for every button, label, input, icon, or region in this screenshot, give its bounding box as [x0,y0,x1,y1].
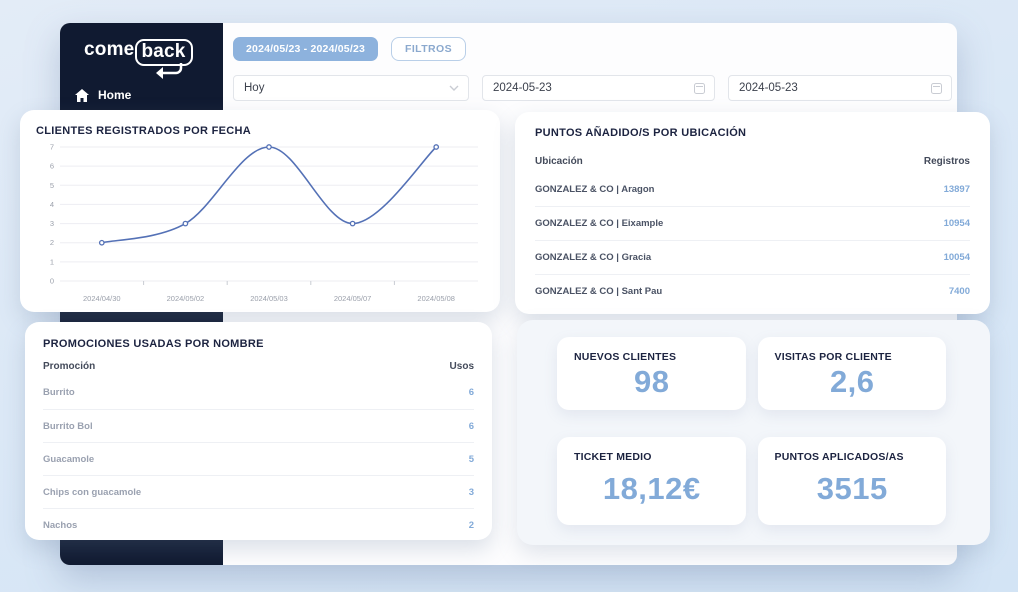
table-body: GONZALEZ & CO | Aragon 13897 GONZALEZ & CO… [535,172,970,308]
card-title: PROMOCIONES USADAS POR NOMBRE [43,338,264,350]
card-clientes-registrados: CLIENTES REGISTRADOS POR FECHA 0 1 2 3 4 5 6 7 2… [20,110,500,312]
svg-text:7: 7 [50,143,54,152]
card-title: CLIENTES REGISTRADOS POR FECHA [36,125,251,137]
row-value: 6 [468,420,474,432]
row-value: 13897 [943,183,970,195]
column-header-usos: Usos [449,361,474,372]
kpi-title: TICKET MEDIO [574,451,652,463]
column-header-registros: Registros [923,156,970,167]
table-row: GONZALEZ & CO | Eixample 10954 [535,206,970,240]
svg-text:4: 4 [50,200,54,209]
table-header: Ubicación Registros [535,156,970,167]
period-select[interactable]: Hoy [233,75,469,101]
row-value: 5 [468,453,474,465]
row-value: 2 [468,519,474,531]
svg-text:3: 3 [50,219,54,228]
svg-text:2024/04/30: 2024/04/30 [83,294,121,303]
kpi-card: PUNTOS APLICADOS/AS 3515 [757,437,946,525]
row-value: 3 [468,486,474,498]
comeback-logo: come back [84,39,223,79]
kpi-value: 2,6 [829,363,875,399]
card-title: PUNTOS AÑADIDO/S POR UBICACIÓN [535,127,747,139]
date-range-badge[interactable]: 2024/05/23 - 2024/05/23 [233,37,379,61]
svg-text:0: 0 [50,277,54,286]
row-label: GONZALEZ & CO | Sant Pau [535,286,663,297]
return-arrow-icon [156,63,183,79]
kpi-card: NUEVOS CLIENTES 98 [557,337,746,410]
svg-text:1: 1 [50,257,54,266]
svg-text:2024/05/08: 2024/05/08 [417,294,455,303]
sidebar-item-home[interactable]: Home [60,88,223,102]
row-label: Nachos [43,519,78,531]
kpi-title: NUEVOS CLIENTES [574,351,677,363]
column-header-promocion: Promoción [43,361,96,372]
kpi-value: 98 [634,363,670,399]
svg-text:2024/05/03: 2024/05/03 [250,294,288,303]
period-select-value: Hoy [244,82,265,94]
calendar-icon [694,82,705,94]
date-from-input[interactable]: 2024-05-23 [482,75,715,101]
kpi-value: 18,12€ [602,471,701,506]
table-body: Burrito 6 Burrito Bol 6 Guacamole 5 Chips con … [43,376,474,541]
table-row: Chips con guacamole 3 [43,475,474,508]
sidebar-item-label: Home [98,88,132,102]
table-row: Nachos 2 [43,508,474,541]
logo-text-come: come [84,39,135,60]
table-row: GONZALEZ & CO | Sant Pau 7400 [535,274,970,308]
svg-text:6: 6 [50,162,54,171]
kpi-title: PUNTOS APLICADOS/AS [774,451,904,463]
chevron-down-icon [449,85,459,91]
row-label: Burrito Bol [43,420,93,432]
row-label: GONZALEZ & CO | Gracia [535,252,652,263]
svg-text:5: 5 [50,181,54,190]
table-row: Guacamole 5 [43,442,474,475]
date-from-value: 2024-05-23 [493,82,552,94]
home-icon [75,88,89,102]
row-label: Guacamole [43,453,95,465]
row-label: Burrito [43,387,75,398]
filters-button[interactable]: FILTROS [391,37,466,61]
table-row: GONZALEZ & CO | Aragon 13897 [535,172,970,206]
kpi-panel: NUEVOS CLIENTES 98 VISITAS POR CLIENTE 2,6 T… [517,320,990,545]
svg-text:2024/05/07: 2024/05/07 [334,294,372,303]
kpi-title: VISITAS POR CLIENTE [774,351,892,363]
kpi-value: 3515 [816,471,888,506]
table-row: Burrito 6 [43,376,474,409]
logo-text-back: back [135,39,193,66]
calendar-icon [931,82,942,94]
row-value: 7400 [948,286,970,297]
kpi-card: TICKET MEDIO 18,12€ [557,437,746,525]
row-label: Chips con guacamole [43,486,142,498]
date-to-value: 2024-05-23 [739,82,798,94]
column-header-ubicacion: Ubicación [535,156,583,167]
card-puntos-por-ubicacion: PUNTOS AÑADIDO/S POR UBICACIÓN Ubicación… [515,112,990,314]
table-row: GONZALEZ & CO | Gracia 10054 [535,240,970,274]
svg-text:2024/05/02: 2024/05/02 [167,294,205,303]
row-label: GONZALEZ & CO | Eixample [535,218,664,229]
table-header: Promoción Usos [43,361,474,372]
clientes-line-chart: 0 1 2 3 4 5 6 7 2024/04/30 2024/05/02 2024/05/03 20… [50,143,478,303]
row-value: 10054 [943,252,970,263]
card-promociones-usadas: PROMOCIONES USADAS POR NOMBRE Promoción … [25,322,492,540]
row-value: 6 [468,387,474,398]
svg-text:2: 2 [50,238,54,247]
kpi-card: VISITAS POR CLIENTE 2,6 [757,337,946,410]
table-row: Burrito Bol 6 [43,409,474,442]
date-to-input[interactable]: 2024-05-23 [728,75,952,101]
row-label: GONZALEZ & CO | Aragon [535,183,655,195]
row-value: 10954 [943,218,970,229]
